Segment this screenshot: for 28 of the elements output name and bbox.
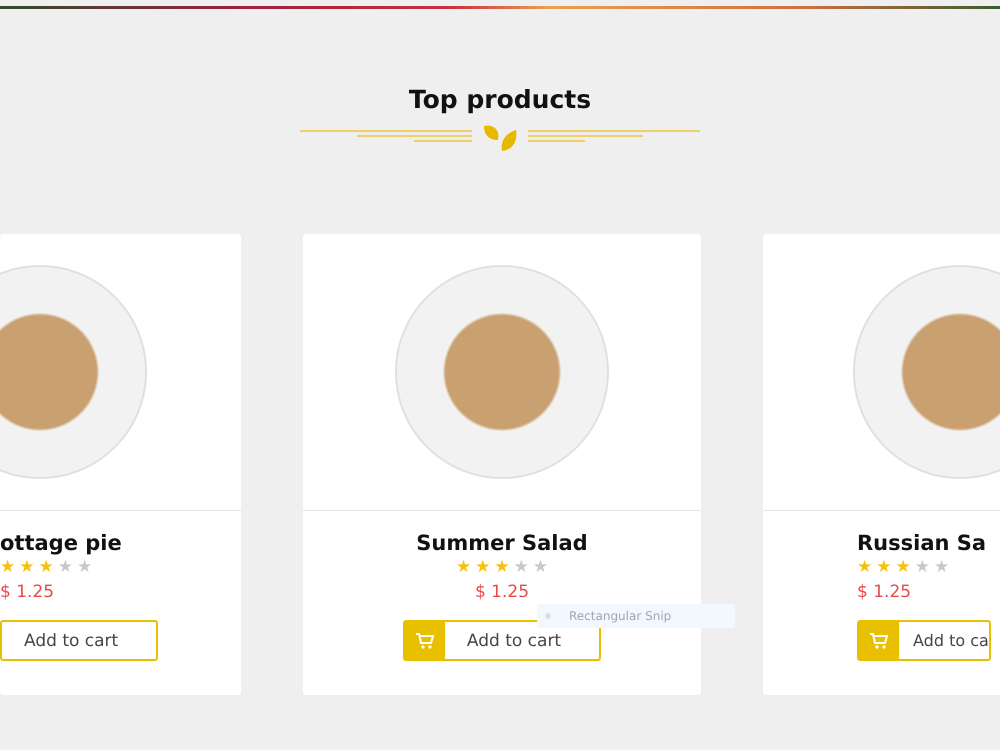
add-to-cart-button[interactable]: Add to cart (0, 620, 158, 661)
star-icon: ★ (532, 559, 548, 576)
star-icon: ★ (876, 559, 892, 576)
star-icon: ★ (494, 559, 510, 576)
star-icon: ★ (896, 559, 911, 576)
section-title: Top products (408, 85, 592, 114)
add-to-cart-button[interactable]: Add to ca (857, 620, 991, 661)
star-icon: ★ (19, 559, 34, 576)
star-icon: ★ (514, 559, 529, 576)
star-icon: ★ (77, 559, 92, 576)
product-price: $ 1.25 (857, 582, 912, 602)
star-icon: ★ (456, 559, 472, 576)
add-to-cart-button[interactable]: Add to cart (402, 620, 602, 661)
product-name: Summer Salad (416, 531, 588, 555)
star-icon: ★ (914, 559, 930, 576)
star-icon: ★ (58, 559, 73, 576)
product-name: Russian Sa (857, 531, 986, 555)
product-price: $ 1.25 (0, 582, 54, 602)
cart-icon (869, 632, 889, 650)
star-icon: ★ (38, 559, 54, 576)
star-icon: ★ (934, 559, 950, 576)
star-icon: ★ (857, 559, 872, 576)
star-icon: ★ (0, 559, 16, 576)
product-name: ottage pie (0, 531, 122, 555)
cart-icon (414, 632, 435, 650)
snip-tooltip: Rectangular Snip (537, 604, 735, 628)
product-price: $ 1.25 (474, 582, 530, 602)
star-icon: ★ (475, 559, 490, 576)
